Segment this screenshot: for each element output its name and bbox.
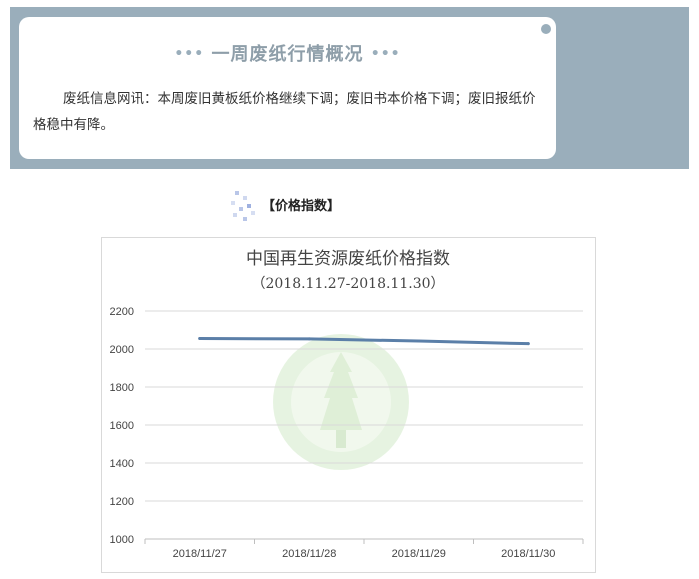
chart-subtitle: （2018.11.27-2018.11.30） (251, 276, 444, 292)
data-point (307, 337, 311, 341)
y-tick-label: 1200 (110, 496, 134, 508)
data-point (417, 339, 421, 343)
y-tick-label: 2200 (110, 306, 134, 318)
data-point (526, 342, 530, 346)
x-tick-label: 2018/11/28 (282, 548, 336, 560)
data-point (198, 337, 202, 341)
y-tick-label: 1800 (110, 382, 134, 394)
y-tick-label: 1600 (110, 420, 134, 432)
y-tick-label: 1400 (110, 458, 134, 470)
x-tick-label: 2018/11/30 (501, 548, 555, 560)
price-index-chart: 中国再生资源废纸价格指数 （2018.11.27-2018.11.30） 100… (110, 249, 584, 560)
y-tick-label: 2000 (110, 344, 134, 356)
y-axis: 1000 1200 1400 1600 1800 2000 2200 (110, 306, 134, 546)
y-tick-label: 1000 (110, 534, 134, 546)
watermark-logo-icon (273, 334, 409, 470)
x-axis: 2018/11/27 2018/11/28 2018/11/29 2018/11/30 (144, 538, 584, 560)
x-tick-label: 2018/11/27 (173, 548, 227, 560)
chart-title: 中国再生资源废纸价格指数 (246, 249, 450, 269)
x-tick-label: 2018/11/29 (392, 548, 446, 560)
